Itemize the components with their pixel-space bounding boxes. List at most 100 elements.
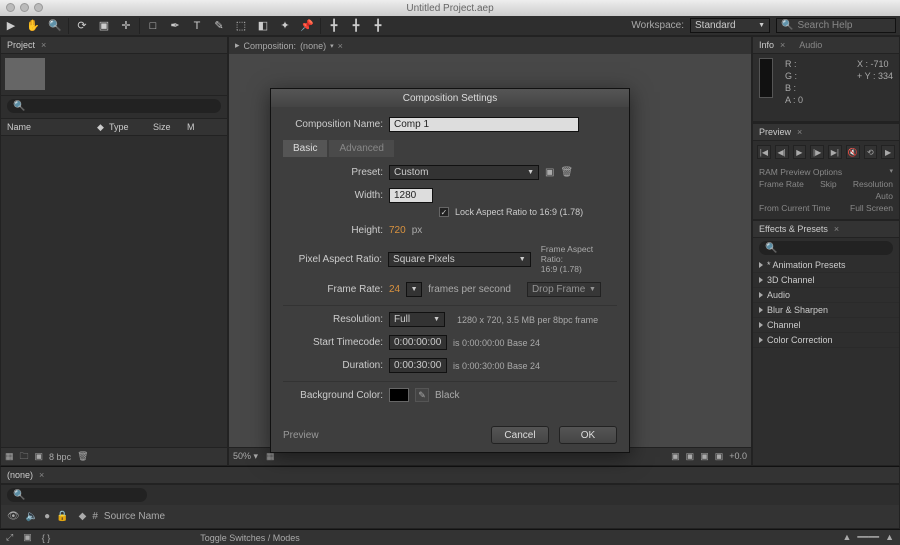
view-opt-icon[interactable]: ▣ [671, 451, 680, 462]
zoom-window-icon[interactable] [34, 3, 43, 12]
rotate-tool-icon[interactable]: ⟳ [71, 17, 93, 35]
tab-info[interactable]: Info [759, 40, 774, 50]
last-frame-icon[interactable]: ▶| [828, 145, 842, 159]
col-size[interactable]: Size [147, 122, 181, 132]
bpc-label[interactable]: 8 bpc [49, 452, 71, 462]
effects-category[interactable]: Color Correction [753, 333, 899, 348]
timeline-zoom-slider[interactable]: ━━━━ [857, 532, 879, 543]
interpret-icon[interactable]: ▦ [5, 451, 14, 462]
folder-icon[interactable]: 🗀 [20, 449, 29, 465]
tab-basic[interactable]: Basic [283, 140, 327, 157]
height-value[interactable]: 720 [389, 225, 406, 236]
composition-tab[interactable]: ▸ Composition: (none) ▾ × [229, 37, 751, 54]
view-opt-icon[interactable]: ▣ [715, 451, 724, 462]
roto-tool-icon[interactable]: ✦ [274, 17, 296, 35]
zoom-in-icon[interactable]: ▲ [885, 532, 894, 543]
comp-name-input[interactable] [389, 117, 579, 132]
lock-aspect-checkbox[interactable]: ✓ [439, 207, 449, 217]
chevron-down-icon[interactable]: ▾ [330, 42, 334, 50]
exposure-slider[interactable]: +0.0 [729, 451, 747, 462]
workspace-select[interactable]: Standard▼ [690, 18, 770, 33]
view-opt-icon[interactable]: ▣ [686, 451, 695, 462]
close-window-icon[interactable] [6, 3, 15, 12]
search-help-input[interactable]: 🔍 Search Help [776, 18, 896, 33]
shape-tool-icon[interactable]: □ [142, 17, 164, 35]
toggle-switches-button[interactable]: Toggle Switches / Modes [200, 533, 300, 543]
close-icon[interactable]: × [41, 40, 46, 50]
min-window-icon[interactable] [20, 3, 29, 12]
trash-icon[interactable]: 🗑 [77, 451, 88, 462]
lock-icon[interactable]: 🔒 [56, 511, 68, 522]
fps-dropdown[interactable]: ▼ [406, 282, 422, 297]
timeline-search-input[interactable]: 🔍 [7, 488, 147, 502]
resolution-select[interactable]: Full▼ [389, 312, 445, 327]
bg-color-swatch[interactable] [389, 388, 409, 402]
tab-effects[interactable]: Effects & Presets [759, 224, 828, 234]
effects-category[interactable]: Channel [753, 318, 899, 333]
text-tool-icon[interactable]: T [186, 17, 208, 35]
world-axis-icon[interactable]: ╋ [345, 17, 367, 35]
loop-icon[interactable]: ⟲ [864, 145, 878, 159]
project-body[interactable] [1, 136, 227, 447]
source-name-col[interactable]: Source Name [104, 511, 165, 522]
expand-icon[interactable]: ⤢ [6, 532, 13, 543]
effects-category[interactable]: * Animation Presets [753, 258, 899, 273]
eraser-tool-icon[interactable]: ◧ [252, 17, 274, 35]
puppet-tool-icon[interactable]: 📌 [296, 17, 318, 35]
speaker-icon[interactable]: 🔈 [26, 511, 38, 522]
effects-category[interactable]: 3D Channel [753, 273, 899, 288]
effects-search-input[interactable]: 🔍 [759, 241, 893, 255]
start-tc-input[interactable] [389, 335, 447, 350]
ram-preview-icon[interactable]: ▶ [881, 145, 895, 159]
view-axis-icon[interactable]: ╋ [367, 17, 389, 35]
label-col-icon[interactable]: ◆ [91, 122, 103, 133]
tab-preview[interactable]: Preview [759, 127, 791, 137]
pen-tool-icon[interactable]: ✒ [164, 17, 186, 35]
save-preset-icon[interactable]: ▣ [545, 167, 554, 178]
first-frame-icon[interactable]: |◀ [757, 145, 771, 159]
ok-button[interactable]: OK [559, 426, 617, 444]
play-icon[interactable]: ▶ [793, 145, 807, 159]
mag-select[interactable]: 50% ▾ [233, 451, 258, 462]
delete-preset-icon[interactable]: 🗑 [560, 167, 573, 178]
width-input[interactable] [389, 188, 433, 203]
local-axis-icon[interactable]: ╋ [323, 17, 345, 35]
par-select[interactable]: Square Pixels▼ [388, 252, 531, 267]
resolution-select[interactable]: Auto [876, 191, 894, 201]
preset-select[interactable]: Custom▼ [389, 165, 539, 180]
close-icon[interactable]: × [338, 41, 343, 51]
eye-icon[interactable]: 👁 [7, 511, 20, 522]
clone-tool-icon[interactable]: ⬚ [230, 17, 252, 35]
brush-tool-icon[interactable]: ✎ [208, 17, 230, 35]
brace-icon[interactable]: { } [42, 533, 51, 543]
fps-value[interactable]: 24 [389, 284, 400, 295]
col-name[interactable]: Name [1, 122, 91, 132]
selection-tool-icon[interactable]: ▶ [0, 17, 22, 35]
next-frame-icon[interactable]: |▶ [810, 145, 824, 159]
view-opt-icon[interactable]: ▣ [700, 451, 709, 462]
effects-category[interactable]: Blur & Sharpen [753, 303, 899, 318]
project-search-input[interactable]: 🔍 [7, 99, 221, 113]
tab-audio[interactable]: Audio [799, 40, 822, 50]
solo-icon[interactable]: ● [44, 511, 50, 522]
comp-icon[interactable]: ▣ [35, 451, 44, 462]
ram-preview-label[interactable]: RAM Preview Options [759, 167, 842, 177]
zoom-tool-icon[interactable]: 🔍 [44, 17, 66, 35]
mute-icon[interactable]: 🔇 [846, 145, 860, 159]
hand-tool-icon[interactable]: ✋ [22, 17, 44, 35]
anchor-tool-icon[interactable]: ✛ [115, 17, 137, 35]
project-panel-tab[interactable]: Project × [1, 37, 227, 54]
duration-input[interactable] [389, 358, 447, 373]
preview-toggle[interactable]: Preview [271, 424, 331, 447]
col-type[interactable]: Type [103, 122, 147, 132]
col-m[interactable]: M [181, 122, 201, 132]
render-icon[interactable]: ▣ [23, 532, 32, 543]
tab-advanced[interactable]: Advanced [329, 140, 393, 157]
cancel-button[interactable]: Cancel [491, 426, 549, 444]
effects-category[interactable]: Audio [753, 288, 899, 303]
timeline-tab[interactable]: (none) [7, 470, 33, 480]
label-icon[interactable]: ◆ [79, 511, 87, 522]
prev-frame-icon[interactable]: ◀| [775, 145, 789, 159]
drop-frame-select[interactable]: Drop Frame▼ [527, 282, 601, 297]
camera-tool-icon[interactable]: ▣ [93, 17, 115, 35]
